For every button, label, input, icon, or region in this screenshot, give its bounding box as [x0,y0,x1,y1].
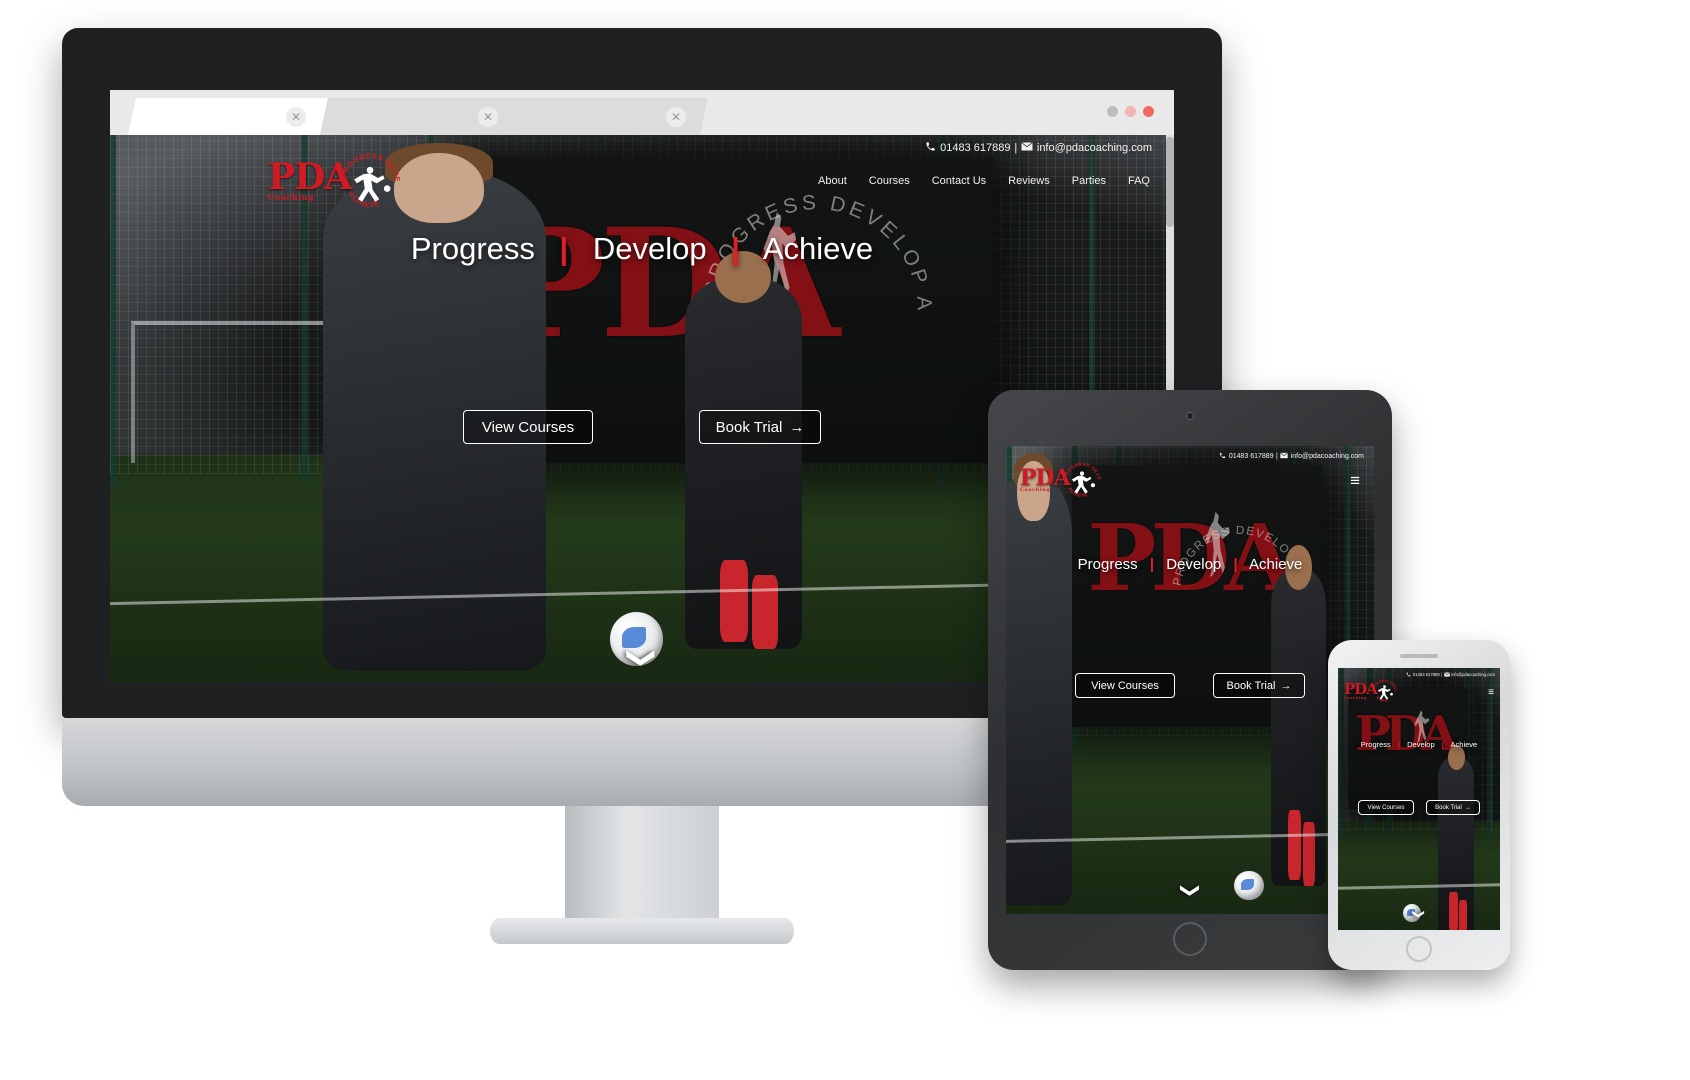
phone-icon [925,141,936,155]
imac-stand [565,806,719,918]
imac-base [490,918,794,944]
close-icon[interactable]: ✕ [666,107,686,127]
mail-icon [1021,141,1033,155]
nav-item-about[interactable]: About [818,175,847,187]
nav-item-reviews[interactable]: Reviews [1008,175,1050,187]
iphone-screen: PDA 01483 617889 | info@pdacoaching.com … [1338,668,1500,930]
arrow-right-icon: → [789,418,805,436]
topbar-separator: | [1441,672,1443,677]
hero-word-progress: Progress [1077,556,1138,573]
site-logo[interactable]: PDA Coaching PROGRESS DEVELOP ACHIEVE [1020,456,1103,502]
logo-badge: PROGRESS DEVELOP ACHIEVE [1370,675,1398,705]
nav-item-faq[interactable]: FAQ [1128,175,1150,187]
maximize-button[interactable] [1143,106,1154,117]
hero-headline: Progress | Develop | Achieve [1006,556,1374,573]
browser-tab-2[interactable]: ✕ [320,98,520,135]
hero-word-progress: Progress [410,231,535,266]
nav-item-parties[interactable]: Parties [1072,175,1106,187]
logo-badge: PROGRESS DEVELOP ACHIEVE [334,142,403,215]
browser-tab-1[interactable]: ✕ [128,98,328,135]
topbar-email[interactable]: info@pdacoaching.com [1291,453,1364,460]
hero-word-achieve: Achieve [762,231,874,266]
hero-separator-1: | [1397,740,1401,749]
mail-icon [1443,671,1450,678]
browser-tab-strip: ✕ ✕ ✕ [110,90,1174,135]
topbar-phone-number[interactable]: 01483 617889 [940,142,1010,154]
hero-cta-row: View Courses Book Trial → [1338,800,1500,815]
main-navigation: About Courses Contact Us Reviews Parties… [818,175,1150,187]
topbar-separator: | [1014,142,1018,154]
window-controls [1107,106,1154,117]
book-trial-label: Book Trial [1226,679,1276,692]
close-button[interactable] [1107,106,1118,117]
book-trial-button[interactable]: Book Trial → [1426,800,1480,815]
close-icon[interactable]: ✕ [478,107,498,127]
book-trial-label: Book Trial [715,418,783,436]
earpiece-speaker [1400,654,1438,658]
hero-word-develop: Develop [1407,740,1435,749]
mail-icon [1280,452,1288,461]
ipad-screen: PDA PROGRESS DEVELOP ACHIEVE [1006,446,1374,914]
minimize-button[interactable] [1125,106,1136,117]
scrollbar-thumb[interactable] [1166,137,1174,227]
site-logo[interactable]: PDA Coaching PROGRESS DEVELOP ACHIEVE [1344,675,1398,705]
hero-headline: Progress | Develop | Achieve [1338,740,1500,749]
phone-icon [1219,452,1226,461]
topbar-email[interactable]: info@pdacoaching.com [1451,672,1495,677]
scroll-down-icon[interactable]: ❯ [1412,833,1426,930]
hero-word-progress: Progress [1360,740,1391,749]
close-icon[interactable]: ✕ [286,107,306,127]
topbar-email[interactable]: info@pdacoaching.com [1037,142,1152,154]
logo-badge: PROGRESS DEVELOP ACHIEVE [1059,456,1103,502]
view-courses-button[interactable]: View Courses [1075,673,1175,698]
mobile-device-mockup: PDA 01483 617889 | info@pdacoaching.com … [1328,640,1510,970]
hero-separator-2: | [1441,740,1444,749]
view-courses-button[interactable]: View Courses [463,410,593,444]
view-courses-button[interactable]: View Courses [1358,800,1414,815]
website-overlay: 01483 617889 | info@pdacoaching.com PDA … [1338,668,1500,930]
nav-item-contact-us[interactable]: Contact Us [932,175,986,187]
hero-word-achieve: Achieve [1248,556,1303,573]
hero-separator-2: | [1233,556,1238,573]
website-overlay: 01483 617889 | info@pdacoaching.com PDA … [1006,446,1374,914]
topbar-phone-number[interactable]: 01483 617889 [1413,672,1440,677]
browser-tab-3[interactable]: ✕ [508,98,708,135]
topbar-contact-group: 01483 617889 | info@pdacoaching.com [925,141,1152,155]
hero-word-develop: Develop [1166,556,1222,573]
hero-separator-1: | [559,231,569,266]
hero-separator-2: | [731,231,740,266]
arrow-right-icon: → [1280,679,1292,692]
nav-item-courses[interactable]: Courses [869,175,910,187]
book-trial-button[interactable]: Book Trial → [1213,673,1305,698]
home-button[interactable] [1406,936,1432,962]
topbar-phone-number[interactable]: 01483 617889 [1229,453,1274,460]
book-trial-button[interactable]: Book Trial → [699,410,821,444]
arrow-right-icon: → [1464,804,1471,811]
responsive-device-mockup: ✕ ✕ ✕ PDA OGRESS DEVELOP A 01483 617889 … [0,0,1690,1080]
scroll-down-icon[interactable]: ❯ [1180,707,1201,915]
scroll-down-icon[interactable]: ❯ [627,135,658,682]
topbar-contact-group: 01483 617889 | info@pdacoaching.com [1219,452,1364,461]
hamburger-menu-icon[interactable]: ≡ [1350,472,1360,489]
hero-word-achieve: Achieve [1450,740,1478,749]
home-button[interactable] [1173,922,1207,956]
hero-separator-1: | [1149,556,1155,573]
book-trial-label: Book Trial [1435,804,1462,811]
site-logo[interactable]: PDA Coaching PROGRESS DEVE ACHIEVE [268,142,403,215]
phone-icon [1406,672,1411,678]
hamburger-menu-icon[interactable]: ≡ [1488,688,1494,698]
topbar-separator: | [1276,452,1278,460]
camera-icon [1186,412,1194,420]
topbar-contact-group: 01483 617889 | info@pdacoaching.com [1406,671,1495,678]
hero-cta-row: View Courses Book Trial → [1006,673,1374,698]
